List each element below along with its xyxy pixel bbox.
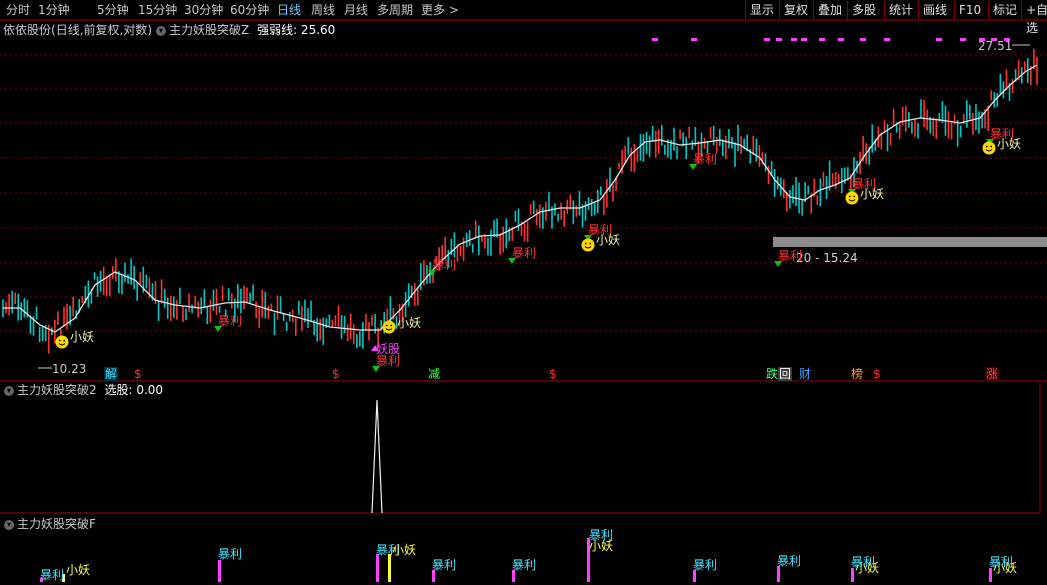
smiley-eye bbox=[853, 195, 856, 198]
signal-dot bbox=[838, 38, 844, 41]
smiley-eye bbox=[390, 324, 393, 327]
smiley-eye bbox=[58, 339, 61, 342]
smiley-eye bbox=[584, 242, 587, 245]
signal-bar bbox=[376, 554, 379, 582]
signal-bar bbox=[777, 566, 780, 582]
signal-dot bbox=[936, 38, 942, 41]
signal-dot bbox=[860, 38, 866, 41]
signal-dot bbox=[791, 38, 797, 41]
buy-signal-label: 暴利 bbox=[218, 314, 243, 328]
event-badge[interactable]: $ bbox=[331, 367, 341, 381]
event-badge[interactable]: 解 bbox=[104, 367, 119, 381]
event-badge[interactable]: 跌 bbox=[765, 367, 779, 381]
signal-dot bbox=[801, 38, 807, 41]
buy-signal-label: 暴利 bbox=[693, 152, 718, 166]
demon-signal-label: 小妖 bbox=[397, 316, 422, 330]
stock-name: 依依股份 bbox=[3, 23, 52, 37]
signal-bar-label: 暴利 bbox=[589, 528, 614, 542]
kline-chart[interactable] bbox=[0, 0, 1047, 585]
pane3-header: ▾ 主力妖股突破F bbox=[0, 516, 96, 532]
demon-signal-label: 小妖 bbox=[596, 233, 621, 247]
demon-signal-label: 小妖 bbox=[860, 187, 885, 201]
signal-bar-label: 暴利 bbox=[777, 554, 802, 568]
event-badge[interactable]: $ bbox=[548, 367, 558, 381]
buy-signal-label: 暴利 bbox=[778, 249, 803, 263]
range-bar bbox=[773, 237, 1047, 247]
signal-spike bbox=[371, 399, 383, 514]
chevron-down-icon[interactable]: ▾ bbox=[4, 385, 14, 396]
signal-bar bbox=[851, 568, 854, 582]
smiley-eye bbox=[848, 195, 851, 198]
signal-dot bbox=[652, 38, 658, 41]
pane3-title[interactable]: 主力妖股突破F bbox=[17, 517, 96, 531]
buy-signal-label: 暴利 bbox=[376, 354, 401, 368]
signal-dot bbox=[819, 38, 825, 41]
event-badge[interactable]: $ bbox=[133, 367, 143, 381]
signal-bar-label: 暴利 bbox=[218, 547, 243, 561]
chevron-down-icon[interactable]: ▾ bbox=[4, 519, 14, 530]
price-high-label: 27.51 bbox=[978, 39, 1013, 53]
signal-bar-label: 小妖 bbox=[66, 563, 91, 577]
event-badge[interactable]: 财 bbox=[798, 367, 812, 381]
pane2-title[interactable]: 主力妖股突破2 bbox=[17, 383, 97, 397]
demon-signal-label: 小妖 bbox=[70, 330, 95, 344]
signal-bar bbox=[989, 568, 992, 582]
period-info: (日线,前复权,对数) bbox=[51, 23, 153, 37]
demon-stock-label: 妖股 bbox=[376, 342, 401, 356]
event-badge[interactable]: $ bbox=[872, 367, 882, 381]
smiley-eye bbox=[985, 145, 988, 148]
smiley-eye bbox=[63, 339, 66, 342]
signal-bar-label: 暴利 bbox=[432, 558, 457, 572]
pane2-header: ▾ 主力妖股突破2 选股: 0.00 bbox=[0, 382, 163, 398]
event-badge[interactable]: 减 bbox=[427, 367, 441, 381]
pane2-value: 选股: 0.00 bbox=[104, 383, 164, 397]
smiley-face-icon bbox=[55, 335, 69, 349]
signal-bar-label: 小妖 bbox=[392, 543, 417, 557]
smiley-eye bbox=[385, 324, 388, 327]
smiley-face-icon bbox=[382, 320, 396, 334]
chevron-down-icon[interactable]: ▾ bbox=[156, 25, 167, 36]
smiley-face-icon bbox=[581, 238, 595, 252]
signal-bar bbox=[218, 560, 221, 582]
signal-bar-label: 暴利 bbox=[40, 568, 65, 582]
main-pane-header: 依依股份(日线,前复权,对数) ▾ 主力妖股突破Z 强弱线: 25.60 bbox=[0, 22, 335, 38]
candles bbox=[2, 48, 1038, 354]
signal-bar bbox=[388, 554, 391, 582]
buy-signal-label: 暴利 bbox=[432, 258, 457, 272]
demon-signal-label: 小妖 bbox=[997, 137, 1022, 151]
event-badge[interactable]: 涨 bbox=[985, 367, 1000, 381]
smiley-face-icon bbox=[982, 141, 996, 155]
ma-value-label: 强弱线: 25.60 bbox=[257, 23, 336, 37]
signal-dot bbox=[691, 38, 697, 41]
signal-bar-label: 暴利 bbox=[851, 555, 876, 569]
indicator-name[interactable]: 主力妖股突破Z bbox=[169, 23, 249, 37]
event-badge[interactable]: 榜 bbox=[850, 367, 864, 381]
price-low-label: 10.23 bbox=[52, 362, 87, 376]
smiley-eye bbox=[589, 242, 592, 245]
range-info-label: 20 - 15.24 bbox=[796, 251, 858, 265]
smiley-face-icon bbox=[845, 191, 859, 205]
smiley-eye bbox=[990, 145, 993, 148]
signal-dot bbox=[764, 38, 770, 41]
event-badge[interactable]: 回 bbox=[778, 367, 793, 381]
signal-dot bbox=[884, 38, 890, 41]
buy-signal-label: 暴利 bbox=[512, 246, 537, 260]
signal-bar-label: 暴利 bbox=[989, 555, 1014, 569]
signal-dot bbox=[776, 38, 782, 41]
signal-bar-label: 暴利 bbox=[693, 558, 718, 572]
signal-dot bbox=[960, 38, 966, 41]
signal-bar-label: 暴利 bbox=[512, 558, 537, 572]
